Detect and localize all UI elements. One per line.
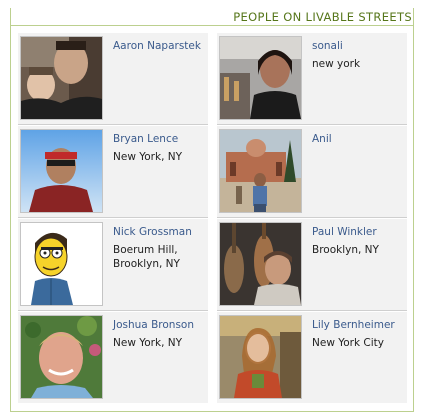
person-name-link[interactable]: Nick Grossman [113,225,192,239]
person-card: Bryan Lence New York, NY [18,126,208,217]
row-divider [18,217,208,218]
person-card: Lily Bernheimer New York City [217,312,407,403]
person-name-link[interactable]: Bryan Lence [113,132,178,146]
person-photo[interactable] [20,36,103,120]
person-name-link[interactable]: Anil [312,132,332,146]
row-divider [217,310,407,311]
person-photo[interactable] [20,315,103,399]
person-photo[interactable] [219,36,302,120]
row-divider [217,217,407,218]
cartoon-avatar[interactable] [20,222,103,306]
person-photo[interactable] [20,129,103,213]
person-card: sonali new york [217,33,407,124]
row-divider [217,124,407,125]
row-divider [18,124,208,125]
person-card: Aaron Naparstek [18,33,208,124]
person-location: New York, NY [113,151,183,163]
person-photo[interactable] [219,222,302,306]
person-photo[interactable] [219,315,302,399]
person-card: Nick Grossman Boerum Hill, Brooklyn, NY [18,219,208,310]
person-photo[interactable] [219,129,302,213]
person-card: Joshua Bronson New York, NY [18,312,208,403]
person-name-link[interactable]: Joshua Bronson [113,318,194,332]
person-location: New York City [312,337,384,349]
person-location: New York, NY [113,337,183,349]
row-divider [18,310,208,311]
widget-title: PEOPLE ON LIVABLE STREETS [233,10,412,24]
person-card: Anil [217,126,407,217]
person-name-link[interactable]: Paul Winkler [312,225,377,239]
person-location: new york [312,58,361,70]
widget-header: PEOPLE ON LIVABLE STREETS [10,8,414,26]
person-location: Brooklyn, NY [312,244,379,256]
person-card: Paul Winkler Brooklyn, NY [217,219,407,310]
person-name-link[interactable]: Aaron Naparstek [113,39,201,53]
person-name-link[interactable]: sonali [312,39,343,53]
people-widget: PEOPLE ON LIVABLE STREETS Aaron Naparste… [10,8,414,412]
person-name-link[interactable]: Lily Bernheimer [312,318,395,332]
person-location: Boerum Hill, Brooklyn, NY [113,244,180,270]
